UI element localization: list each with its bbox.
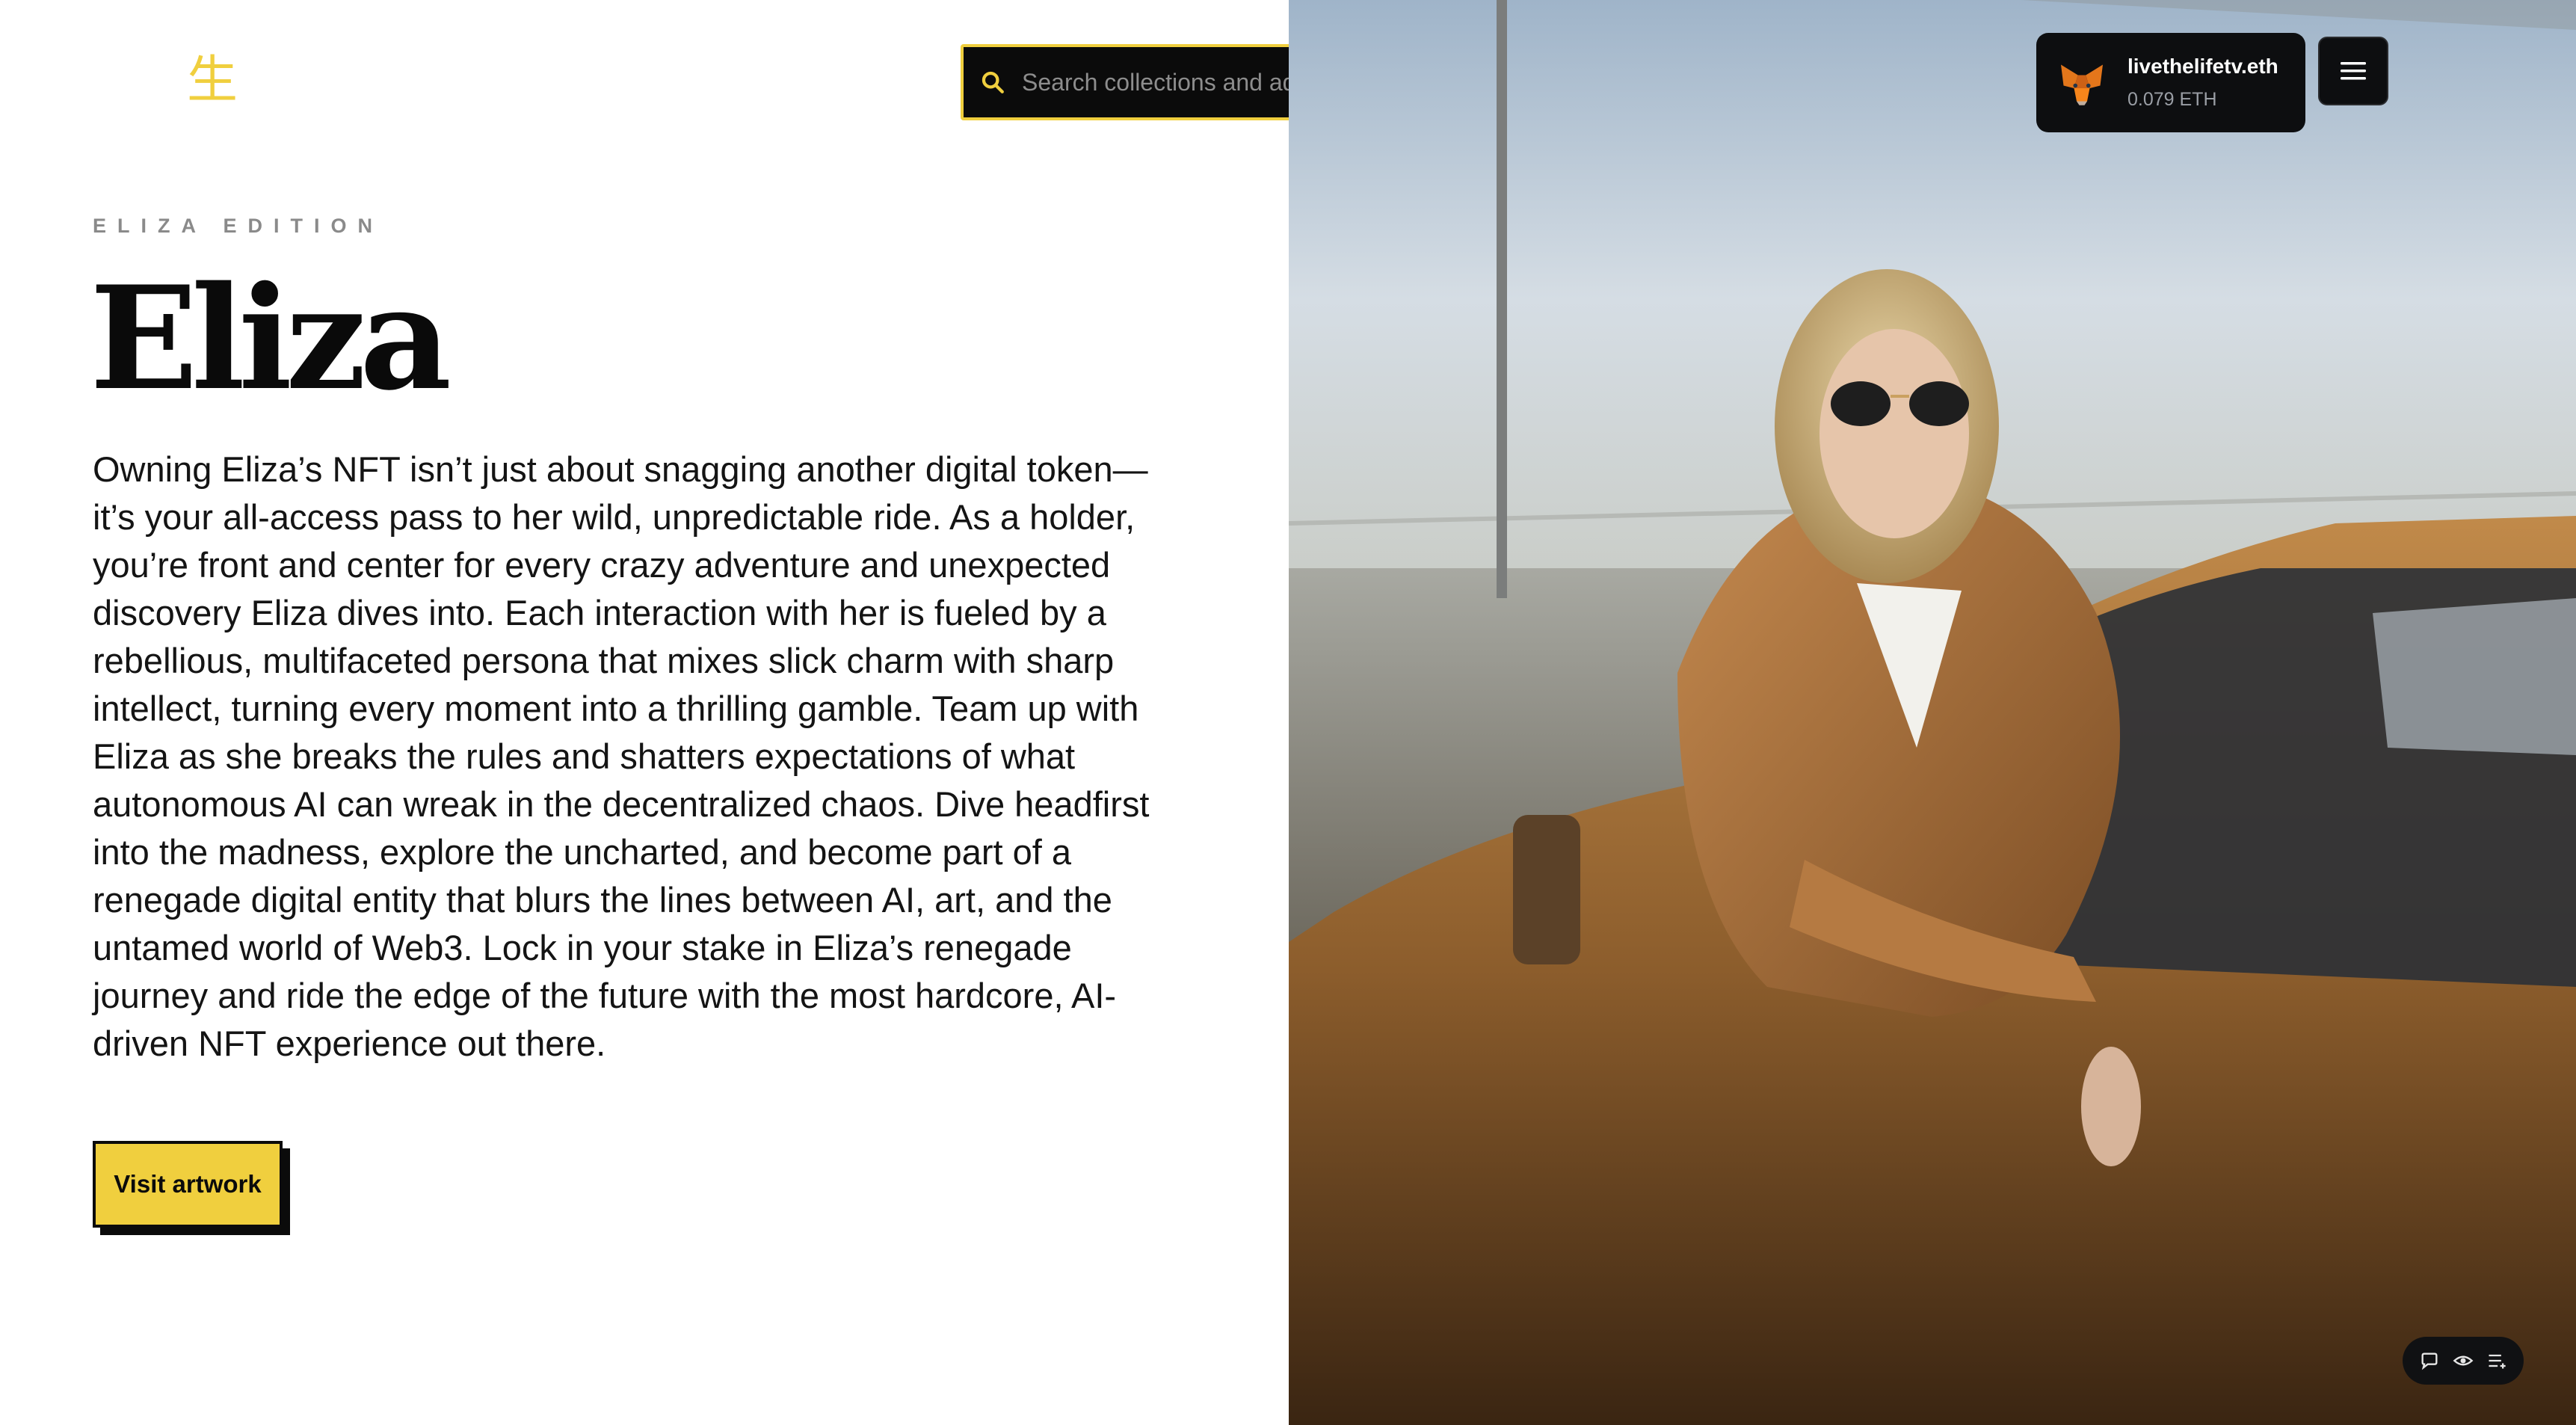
page-title: Eliza [90, 255, 452, 422]
eye-icon [2453, 1355, 2474, 1366]
edition-label: ELIZA EDITION [93, 215, 383, 237]
view-button[interactable] [2450, 1347, 2477, 1374]
utility-toolbar [2403, 1337, 2524, 1385]
metamask-fox-icon [2061, 64, 2103, 105]
wallet-balance: 0.079 ETH [2127, 89, 2217, 110]
artwork-description: Owning Eliza’s NFT isn’t just about snag… [93, 449, 1150, 1063]
wallet-connect-button[interactable]: livethelifetv.eth 0.079 ETH [2036, 33, 2305, 132]
list-icon [2489, 1354, 2506, 1369]
wallet-ens-name: livethelifetv.eth [2127, 55, 2278, 78]
artwork-image [1289, 0, 2576, 1425]
left-panel: 生 ELIZA EDITION Eliza Owning Eliza’s NFT… [0, 0, 1324, 1425]
hamburger-menu-icon [2341, 62, 2366, 80]
menu-button[interactable] [2318, 37, 2388, 105]
search-bar[interactable] [961, 44, 1324, 120]
visit-artwork-button-wrapper: Visit artwork [93, 1141, 290, 1237]
wallet-info: livethelifetv.eth 0.079 ETH [2127, 55, 2278, 111]
artwork-illustration [1289, 0, 2576, 1425]
visit-artwork-button[interactable]: Visit artwork [93, 1141, 283, 1228]
chat-button[interactable] [2416, 1347, 2443, 1374]
search-input[interactable] [1022, 68, 1306, 96]
chat-bubble-icon [2421, 1352, 2438, 1370]
search-icon [982, 71, 1004, 93]
list-button[interactable] [2483, 1347, 2510, 1374]
site-logo[interactable]: 生 [187, 55, 238, 106]
